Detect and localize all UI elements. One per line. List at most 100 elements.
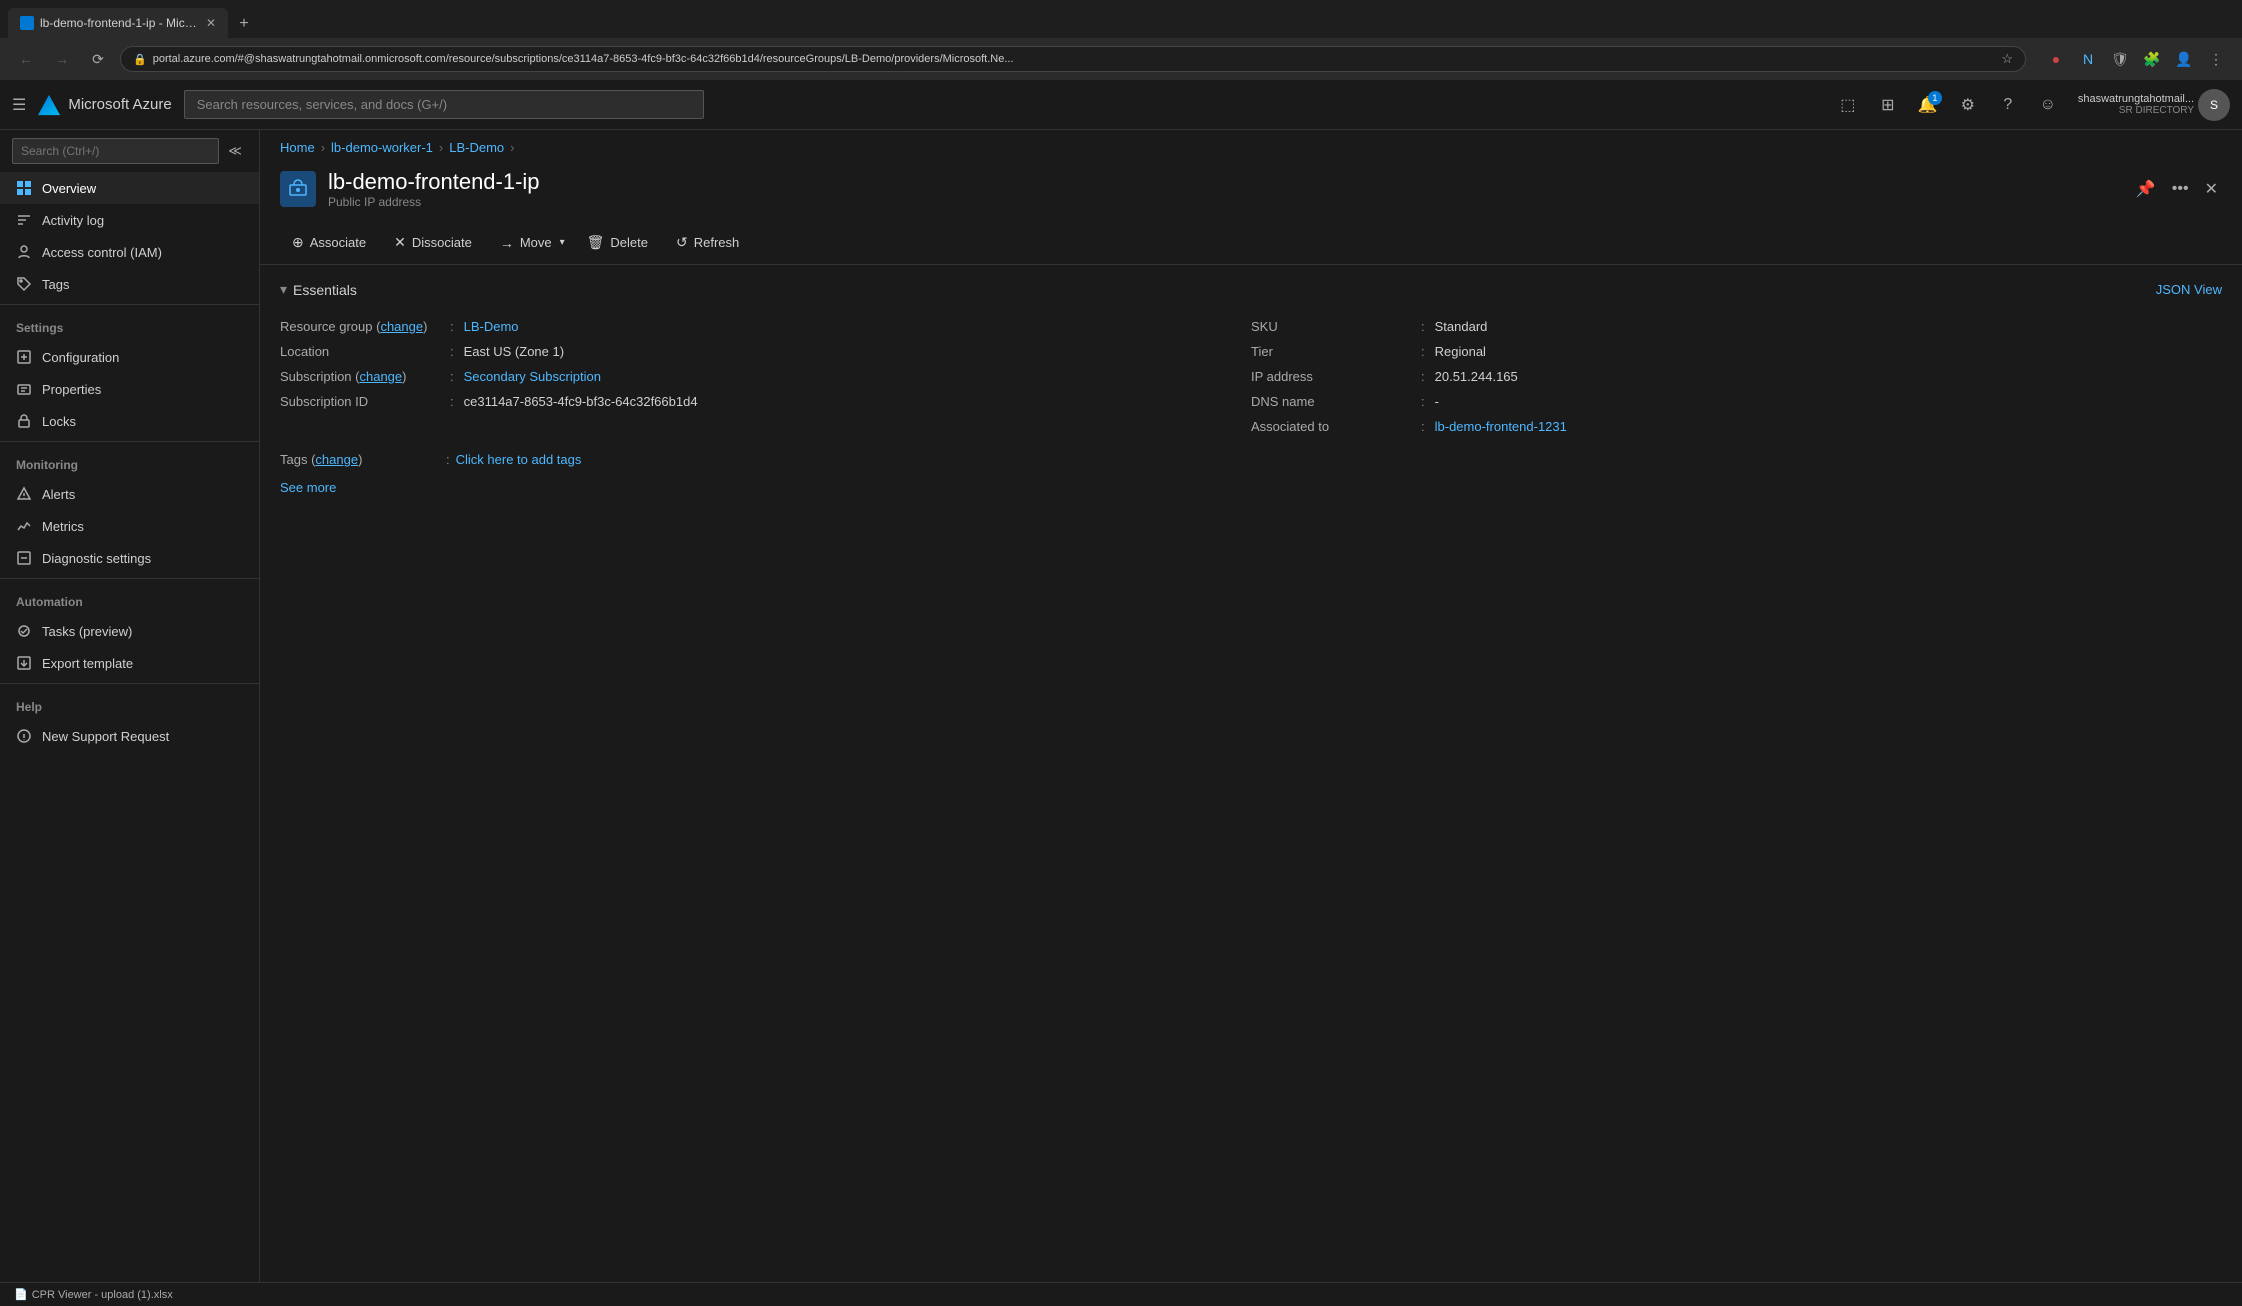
refresh-icon: ↺ [676,234,688,251]
alerts-icon [16,486,32,502]
sidebar-item-locks[interactable]: Locks [0,405,259,437]
notifications-button[interactable]: 🔔 1 [1910,87,1946,123]
sidebar-item-tasks[interactable]: Tasks (preview) [0,615,259,647]
subscription-link[interactable]: Secondary Subscription [464,369,601,384]
sep: : [450,369,454,384]
search-input[interactable] [184,90,704,119]
toolbar: ⊕ Associate ✕ Dissociate → Move ▾ 🗑 Dele… [260,221,2242,265]
move-label: Move [520,235,552,250]
sidebar-item-label-tags: Tags [42,277,69,292]
sidebar-divider-1 [0,304,259,305]
sidebar-item-tags[interactable]: Tags [0,268,259,300]
sep: : [446,452,450,467]
essentials-title-text: Essentials [293,282,357,298]
help-button[interactable]: ? [1990,87,2026,123]
delete-button[interactable]: 🗑 Delete [575,229,660,256]
associate-button[interactable]: ⊕ Associate [280,229,378,256]
resource-group-label: Resource group (change) [280,319,440,334]
sidebar-search-input[interactable] [12,138,219,164]
azure-header: ☰ Microsoft Azure ⬚ ⊞ 🔔 1 ⚙ ? ☺ shaswatr… [0,80,2242,130]
configuration-icon [16,349,32,365]
essentials-row-subscription-id: Subscription ID : ce3114a7-8653-4fc9-bf3… [280,389,1251,414]
more-menu[interactable]: ⋮ [2202,45,2230,73]
n-extension-button[interactable]: N [2074,45,2102,73]
bottom-bar-file[interactable]: 📄 CPR Viewer - upload (1).xlsx [8,1288,179,1301]
portal-settings-button[interactable]: ⊞ [1870,87,1906,123]
main-content: ▾ Essentials JSON View Resource group (c… [260,265,2242,1282]
extensions-menu[interactable]: 🧩 [2138,45,2166,73]
address-bar[interactable]: 🔒 portal.azure.com/#@shaswatrungtahotmai… [120,46,2026,72]
tags-value: Click here to add tags [456,452,582,467]
essentials-section: ▾ Essentials JSON View Resource group (c… [280,281,2222,495]
locks-icon [16,413,32,429]
feedback-button[interactable]: ☺ [2030,87,2066,123]
essentials-collapse-button[interactable]: ▾ [280,281,287,298]
breadcrumb-sep-2: › [439,140,443,155]
sidebar-item-alerts[interactable]: Alerts [0,478,259,510]
shield-button[interactable]: 🛡 [2106,45,2134,73]
move-icon: → [500,235,514,251]
resource-group-link[interactable]: LB-Demo [464,319,519,334]
settings-button[interactable]: ⚙ [1950,87,1986,123]
sidebar-item-properties[interactable]: Properties [0,373,259,405]
bottom-bar: 📄 CPR Viewer - upload (1).xlsx [0,1282,2242,1306]
resource-header: lb-demo-frontend-1-ip Public IP address … [260,161,2242,221]
extensions-button[interactable]: ● [2042,45,2070,73]
resource-title-area: lb-demo-frontend-1-ip Public IP address [328,169,2120,209]
subscription-change-link[interactable]: change [359,369,402,384]
tags-change-link[interactable]: change [315,452,358,467]
new-tab-button[interactable]: + [230,10,258,38]
add-tags-link[interactable]: Click here to add tags [456,452,582,467]
tags-icon [16,276,32,292]
resource-type-icon [280,171,316,207]
essentials-row-resource-group: Resource group (change) : LB-Demo [280,314,1251,339]
tab-close-button[interactable]: ✕ [206,16,216,30]
overview-icon [16,180,32,196]
associated-to-link[interactable]: lb-demo-frontend-1231 [1435,419,1567,434]
forward-button[interactable]: → [48,45,76,73]
sidebar-item-support[interactable]: New Support Request [0,720,259,752]
sep: : [450,344,454,359]
hamburger-menu[interactable]: ☰ [12,95,26,115]
sidebar-item-access-control[interactable]: Access control (IAM) [0,236,259,268]
sidebar-item-activity-log[interactable]: Activity log [0,204,259,236]
more-actions-button[interactable]: ••• [2168,175,2193,203]
breadcrumb-worker[interactable]: lb-demo-worker-1 [331,140,433,155]
sidebar-item-label-tasks: Tasks (preview) [42,624,132,639]
section-header-settings: Settings [0,309,259,341]
content-area: Home › lb-demo-worker-1 › LB-Demo › lb-d… [260,130,2242,1282]
sidebar-item-diagnostic-settings[interactable]: Diagnostic settings [0,542,259,574]
sidebar-item-label-iam: Access control (IAM) [42,245,162,260]
json-view-link[interactable]: JSON View [2156,282,2222,297]
sidebar-item-configuration[interactable]: Configuration [0,341,259,373]
sidebar-item-export-template[interactable]: Export template [0,647,259,679]
sidebar-collapse-button[interactable]: ≪ [223,139,247,163]
sidebar-item-label-activity-log: Activity log [42,213,104,228]
support-icon [16,728,32,744]
sidebar-item-overview[interactable]: Overview [0,172,259,204]
sidebar-item-metrics[interactable]: Metrics [0,510,259,542]
sep: : [1421,369,1425,384]
bookmark-icon[interactable]: ☆ [2001,51,2013,67]
see-more-link[interactable]: See more [280,480,336,495]
refresh-button[interactable]: ↺ Refresh [664,229,751,256]
azure-search[interactable] [184,90,704,119]
close-resource-button[interactable]: ✕ [2201,175,2222,203]
back-button[interactable]: ← [12,45,40,73]
user-avatar[interactable]: S [2198,89,2230,121]
dissociate-button[interactable]: ✕ Dissociate [382,229,484,256]
sidebar-search-row: ≪ [12,138,247,164]
breadcrumb-demo[interactable]: LB-Demo [449,140,504,155]
pin-button[interactable]: 📌 [2132,175,2160,203]
profile-button[interactable]: 👤 [2170,45,2198,73]
reload-button[interactable]: ⟳ [84,45,112,73]
sidebar-item-label-locks: Locks [42,414,76,429]
dissociate-label: Dissociate [412,235,472,250]
breadcrumb-home[interactable]: Home [280,140,315,155]
cloud-shell-button[interactable]: ⬚ [1830,87,1866,123]
resource-group-change-link[interactable]: change [380,319,423,334]
location-label: Location [280,344,440,359]
sidebar-search-container: ≪ [0,130,259,172]
browser-tab-active[interactable]: lb-demo-frontend-1-ip - Micros... ✕ [8,8,228,38]
move-button[interactable]: → Move ▾ [488,230,571,256]
